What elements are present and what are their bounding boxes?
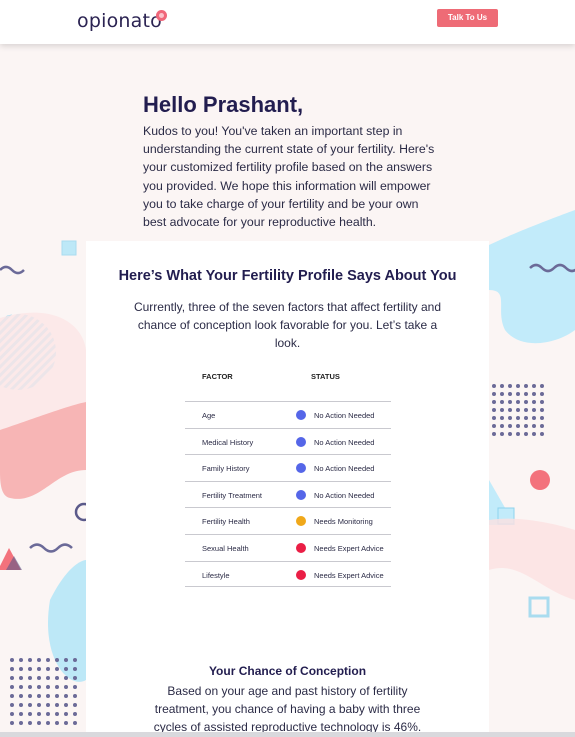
table-row: Fertility Health Needs Monitoring [185, 507, 391, 534]
bottom-scrollbar[interactable] [0, 732, 575, 737]
table-row: Age No Action Needed [185, 401, 391, 428]
factor-label: Medical History [202, 437, 254, 447]
table-row: Lifestyle Needs Expert Advice [185, 560, 391, 588]
conception-title: Your Chance of Conception [208, 664, 367, 678]
status-dot-icon [296, 516, 306, 527]
brand-logo[interactable]: opionato [77, 10, 162, 32]
table-row: Sexual Health Needs Expert Advice [185, 533, 391, 561]
factor-label: Age [202, 411, 216, 420]
factor-label: Lifestyle [202, 570, 230, 580]
factor-column-header: FACTOR [202, 372, 233, 381]
greeting-heading: Hello Prashant, [143, 92, 304, 117]
profile-subtitle: Currently, three of the seven factors th… [133, 300, 442, 350]
table-row: Fertility Treatment No Action Needed [185, 480, 391, 508]
factor-label: Family History [202, 464, 250, 474]
status-column-header: STATUS [311, 372, 340, 381]
status-dot-icon [296, 463, 306, 474]
status-dot-icon [296, 436, 306, 447]
top-header: opionato Talk To Us [0, 0, 575, 44]
status-label: Needs Expert Advice [314, 570, 384, 580]
talk-to-us-button[interactable]: Talk To Us [437, 9, 498, 27]
status-dot-icon [296, 542, 306, 553]
status-dot-icon [296, 410, 306, 420]
factor-label: Fertility Treatment [202, 490, 263, 500]
logo-dot-icon [156, 10, 167, 21]
factor-label: Sexual Health [202, 543, 249, 553]
table-row: Medical History No Action Needed [185, 427, 391, 455]
status-label: No Action Needed [314, 490, 375, 500]
status-label: Needs Monitoring [314, 517, 373, 527]
status-label: No Action Needed [314, 411, 375, 420]
intro-message: Kudos to you! You've taken an important … [143, 124, 435, 230]
factor-status-table: Age No Action Needed Medical History No … [185, 401, 391, 588]
status-dot-icon [296, 569, 306, 580]
conception-text: Based on your age and past history of fe… [153, 684, 422, 734]
table-row: Family History No Action Needed [185, 454, 391, 481]
status-label: Needs Expert Advice [314, 543, 384, 553]
status-label: No Action Needed [314, 464, 375, 474]
profile-title: Here’s What Your Fertility Profile Says … [118, 268, 457, 284]
status-dot-icon [296, 489, 306, 500]
factor-label: Fertility Health [202, 517, 250, 527]
status-label: No Action Needed [314, 437, 375, 447]
fertility-profile-card: Here’s What Your Fertility Profile Says … [86, 241, 489, 737]
